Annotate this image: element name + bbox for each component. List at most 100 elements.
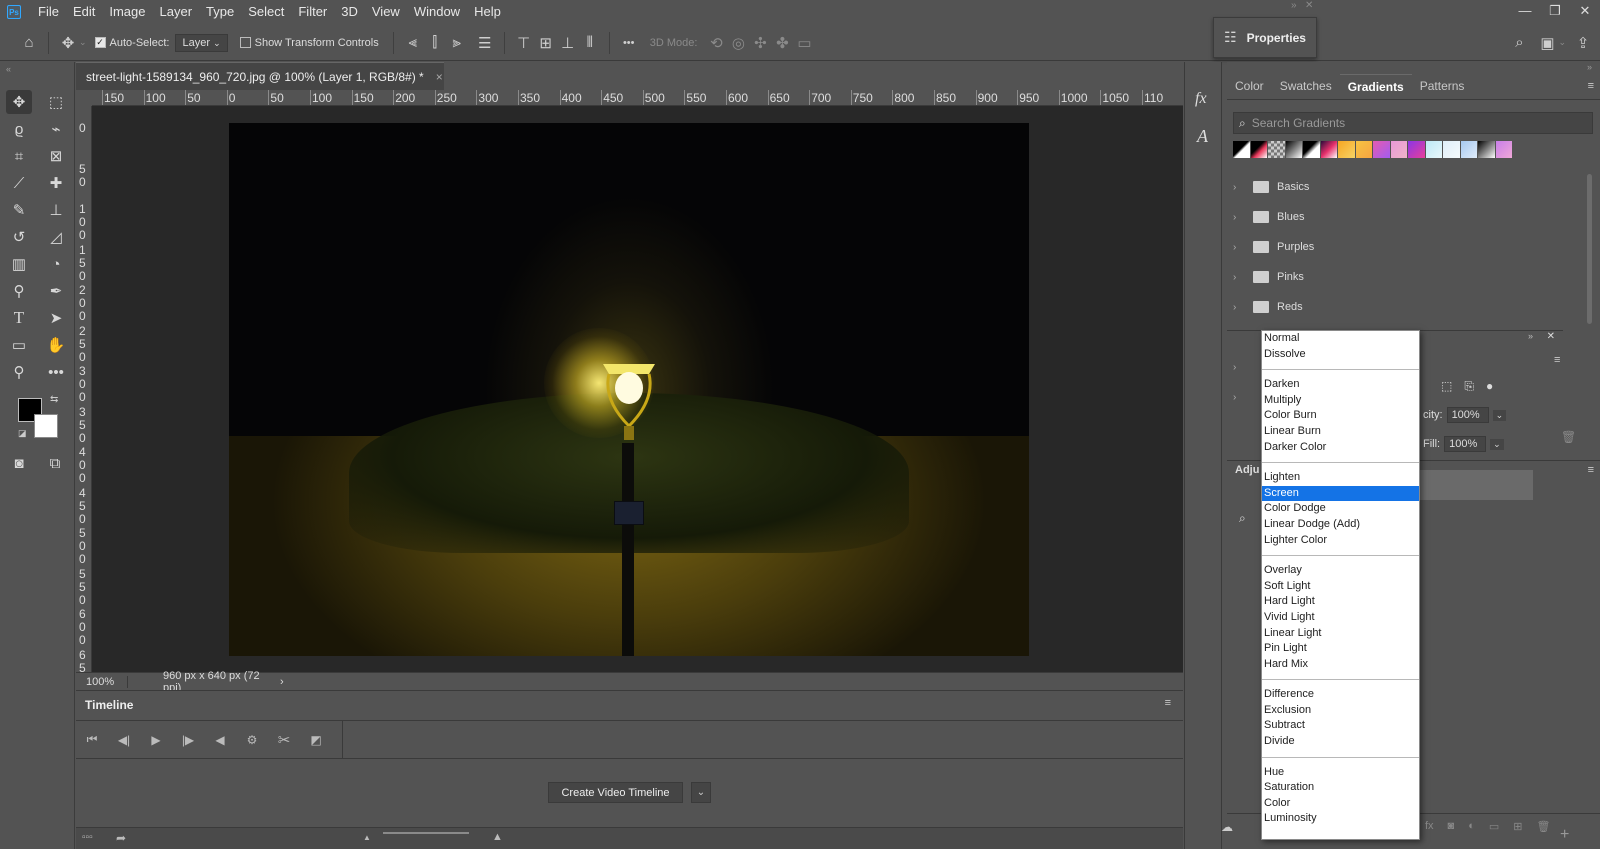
adjustments-panel-tab[interactable]: Adju — [1235, 464, 1259, 476]
blend-mode-pin-light[interactable]: Pin Light — [1262, 641, 1419, 657]
tab-patterns[interactable]: Patterns — [1412, 74, 1473, 99]
add-icon[interactable]: + — [1560, 826, 1569, 844]
gradient-tool-icon[interactable]: ▥ — [6, 252, 32, 276]
menu-edit[interactable]: Edit — [66, 0, 102, 24]
zoom-level[interactable]: 100% — [76, 675, 128, 688]
gradient-swatch[interactable] — [1303, 141, 1320, 158]
new-group-icon[interactable]: ▭ — [1489, 820, 1499, 833]
gradient-swatch[interactable] — [1373, 141, 1390, 158]
search-icon[interactable]: ⌕ — [1508, 32, 1530, 54]
3d-slide-icon[interactable]: ✤ — [771, 32, 793, 54]
blend-mode-lighter-color[interactable]: Lighter Color — [1262, 533, 1419, 549]
close-icon[interactable]: ✕ — [1547, 331, 1555, 342]
document-tab[interactable]: street-light-1589134_960_720.jpg @ 100% … — [76, 62, 444, 90]
blend-mode-vivid-light[interactable]: Vivid Light — [1262, 610, 1419, 626]
blend-mode-hard-light[interactable]: Hard Light — [1262, 594, 1419, 610]
home-icon[interactable]: ⌂ — [18, 32, 40, 54]
cloud-icon[interactable]: ☁ — [1221, 820, 1233, 834]
gradient-swatch[interactable] — [1408, 141, 1425, 158]
align-left-icon[interactable]: ⫷ — [402, 32, 424, 54]
move-tool-icon[interactable]: ✥ — [6, 90, 32, 114]
blend-mode-overlay[interactable]: Overlay — [1262, 563, 1419, 579]
tab-gradients[interactable]: Gradients — [1339, 74, 1412, 99]
menu-3d[interactable]: 3D — [334, 0, 365, 24]
transition-icon[interactable]: ◩ — [300, 729, 332, 751]
blend-mode-subtract[interactable]: Subtract — [1262, 718, 1419, 734]
default-colors-icon[interactable]: ◪ — [18, 428, 27, 439]
menu-select[interactable]: Select — [241, 0, 291, 24]
gradient-folder-pinks[interactable]: › Pinks — [1233, 262, 1304, 292]
restore-button[interactable]: ❐ — [1540, 0, 1570, 24]
zoom-tool-icon[interactable]: ⚲ — [6, 360, 32, 384]
chevron-right-icon[interactable]: › — [1233, 383, 1263, 413]
gradient-swatch[interactable] — [1250, 141, 1267, 158]
chevron-down-icon[interactable]: ⌄ — [1558, 37, 1566, 48]
play-icon[interactable]: ▶ — [140, 729, 172, 751]
blend-mode-color[interactable]: Color — [1262, 796, 1419, 812]
adjustment-layer-icon[interactable]: ◐ — [1468, 820, 1475, 833]
delete-layer-icon[interactable]: 🗑 — [1536, 820, 1550, 833]
split-icon[interactable]: ✂ — [268, 729, 300, 751]
menu-filter[interactable]: Filter — [291, 0, 334, 24]
create-video-timeline-button[interactable]: Create Video Timeline — [548, 782, 683, 803]
history-brush-tool-icon[interactable]: ↺ — [6, 225, 32, 249]
align-top-icon[interactable]: ⊤ — [513, 32, 535, 54]
align-right-icon[interactable]: ⫸ — [446, 32, 468, 54]
previous-frame-icon[interactable]: ◀︎| — [108, 729, 140, 751]
frame-tool-icon[interactable]: ⊠ — [43, 144, 69, 168]
blend-mode-screen[interactable]: Screen — [1262, 485, 1419, 502]
adjustments-search-icon[interactable]: ⌕ — [1239, 511, 1246, 526]
more-tools-icon[interactable]: ••• — [43, 360, 69, 384]
lasso-tool-icon[interactable]: ϱ — [6, 117, 32, 141]
filter-toggle-icon[interactable]: ● — [1486, 379, 1493, 394]
menu-file[interactable]: File — [31, 0, 66, 24]
blend-mode-hue[interactable]: Hue — [1262, 765, 1419, 781]
blend-mode-dissolve[interactable]: Dissolve — [1262, 347, 1419, 363]
blur-tool-icon[interactable]: ◔ — [43, 252, 69, 276]
more-options-icon[interactable]: ••• — [618, 32, 640, 54]
blend-mode-luminosity[interactable]: Luminosity — [1262, 811, 1419, 827]
auto-select-dropdown[interactable]: Layer ⌄ — [175, 33, 228, 52]
path-select-tool-icon[interactable]: ➤ — [43, 306, 69, 330]
properties-popup[interactable]: ☷ Properties — [1213, 17, 1317, 58]
blend-mode-dropdown[interactable]: Normal Dissolve Darken Multiply Color Burn Li… — [1261, 330, 1420, 840]
gradient-folder-purples[interactable]: › Purples — [1233, 232, 1314, 262]
menu-help[interactable]: Help — [467, 0, 508, 24]
crop-tool-icon[interactable]: ⌗ — [6, 144, 32, 168]
workspace-icon[interactable]: ▣ — [1536, 32, 1558, 54]
opacity-field[interactable]: 100% — [1446, 407, 1489, 423]
tab-swatches[interactable]: Swatches — [1272, 74, 1340, 99]
timeline-zoom-slider[interactable] — [383, 832, 469, 834]
blend-mode-hard-mix[interactable]: Hard Mix — [1262, 657, 1419, 673]
move-tool-icon[interactable]: ✥ — [57, 32, 79, 54]
tab-color[interactable]: Color — [1227, 74, 1272, 99]
menu-image[interactable]: Image — [102, 0, 152, 24]
fill-field[interactable]: 100% — [1444, 436, 1487, 452]
render-icon[interactable]: ➦ — [116, 831, 126, 845]
quick-mask-icon[interactable]: ◙ — [6, 451, 32, 475]
blend-mode-saturation[interactable]: Saturation — [1262, 780, 1419, 796]
scrollbar[interactable] — [1586, 172, 1594, 422]
shape-filter-icon[interactable]: ⬚ — [1441, 379, 1452, 394]
healing-brush-tool-icon[interactable]: ✚ — [43, 171, 69, 195]
panel-menu-icon[interactable]: ≡ — [1588, 464, 1594, 476]
distribute-vertical-icon[interactable]: ⫴ — [579, 32, 601, 54]
status-arrow-icon[interactable]: › — [280, 676, 284, 688]
rectangle-tool-icon[interactable]: ▭ — [6, 333, 32, 357]
blend-mode-divide[interactable]: Divide — [1262, 734, 1419, 750]
close-icon[interactable]: ✕ — [1305, 0, 1313, 11]
brush-tool-icon[interactable]: ✎ — [6, 198, 32, 222]
ruler-horizontal[interactable]: 150 100 50 0 50 100 150 200 250 300 350 400 450 500 55… — [92, 90, 1183, 106]
gradient-swatch[interactable] — [1268, 141, 1285, 158]
type-tool-icon[interactable]: T — [6, 306, 32, 330]
blend-mode-color-burn[interactable]: Color Burn — [1262, 408, 1419, 424]
chevron-right-icon[interactable]: › — [1233, 212, 1247, 223]
menu-window[interactable]: Window — [407, 0, 467, 24]
gradient-swatch[interactable] — [1460, 141, 1477, 158]
gradient-folder-reds[interactable]: › Reds — [1233, 292, 1303, 322]
audio-icon[interactable]: ◀ — [204, 729, 236, 751]
blend-mode-linear-light[interactable]: Linear Light — [1262, 626, 1419, 642]
3d-camera-icon[interactable]: ▭ — [793, 32, 815, 54]
menu-layer[interactable]: Layer — [153, 0, 200, 24]
quick-select-tool-icon[interactable]: ⌁ — [43, 117, 69, 141]
